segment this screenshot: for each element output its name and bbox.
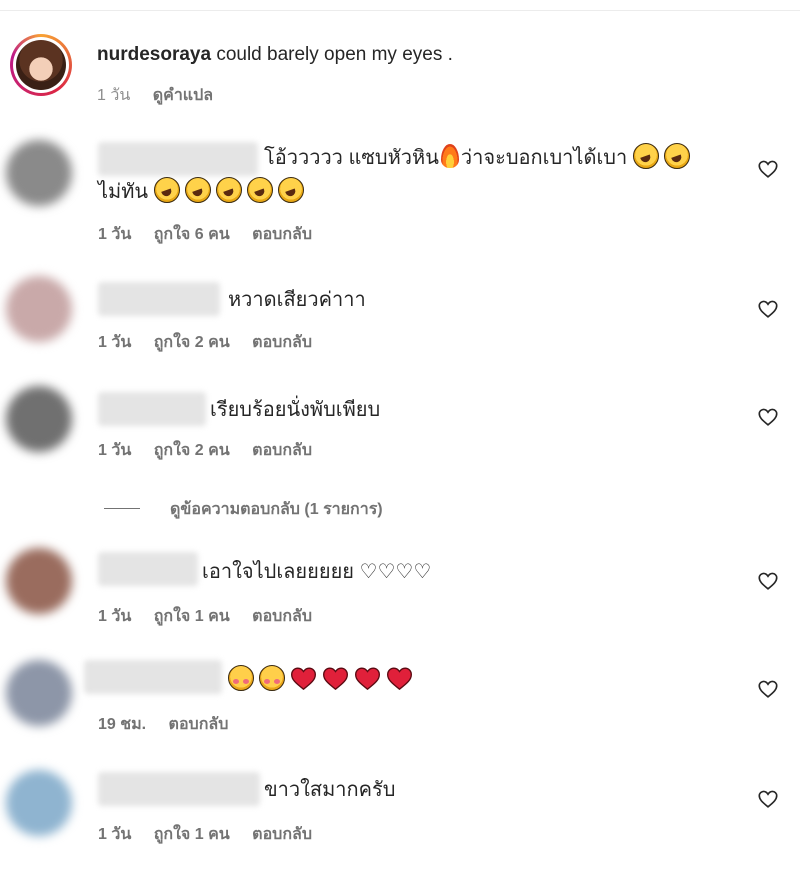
comment-text: เอาใจไปเลยยยยย ♡♡♡♡: [202, 556, 431, 588]
comment-meta: 19 ชม. ตอบกลับ: [98, 712, 246, 737]
comment-text: เรียบร้อยนั่งพับเพียบ: [210, 394, 380, 426]
red-heart-emoji: [291, 667, 316, 691]
laugh-emoji: [277, 177, 304, 203]
laugh-emoji: [246, 177, 273, 203]
like-heart-icon[interactable]: [757, 298, 779, 320]
reply-button[interactable]: ตอบกลับ: [169, 716, 229, 733]
reply-button[interactable]: ตอบกลับ: [252, 826, 312, 843]
red-heart-emoji: [355, 667, 380, 691]
reply-button[interactable]: ตอบกลับ: [252, 334, 312, 351]
comment-text: โอ้ววววว แซบหัวหิน ว่าจะบอกเบาได้เบา: [264, 142, 695, 174]
comment-time[interactable]: 1 วัน: [98, 334, 131, 351]
view-replies-label: ดูข้อความตอบกลับ (1 รายการ): [170, 501, 383, 518]
comment-likes[interactable]: ถูกใจ 1 คน: [154, 608, 230, 625]
like-heart-icon[interactable]: [757, 570, 779, 592]
comment-likes[interactable]: ถูกใจ 6 คน: [154, 226, 230, 243]
comment-time[interactable]: 1 วัน: [98, 826, 131, 843]
like-heart-icon[interactable]: [757, 158, 779, 180]
comment-text: หวาดเสียวค่าาา: [228, 284, 366, 316]
comment-text-line2: ไม่ทัน: [98, 176, 309, 208]
red-heart-emoji: [387, 667, 412, 691]
like-heart-icon[interactable]: [757, 406, 779, 428]
fire-emoji: [440, 144, 459, 168]
comment-text-part: โอ้ววววว แซบหัวหิน: [264, 147, 439, 169]
commenter-avatar[interactable]: [6, 386, 72, 452]
comment-likes[interactable]: ถูกใจ 2 คน: [154, 442, 230, 459]
comment-time[interactable]: 1 วัน: [98, 608, 131, 625]
reply-button[interactable]: ตอบกลับ: [252, 442, 312, 459]
comment-time[interactable]: 1 วัน: [98, 226, 131, 243]
comment-time[interactable]: 1 วัน: [98, 442, 131, 459]
commenter-avatar[interactable]: [6, 140, 72, 206]
caption-text: nurdesoraya could barely open my eyes .: [97, 44, 453, 66]
comment-text-part: เอาใจไปเลยยยยย ♡♡♡♡: [202, 561, 432, 583]
commenter-avatar[interactable]: [6, 770, 72, 836]
commenter-avatar[interactable]: [6, 276, 72, 342]
laugh-emoji: [663, 143, 690, 169]
commenter-username-blurred[interactable]: [98, 772, 260, 806]
red-heart-emoji: [323, 667, 348, 691]
comment-text: ขาวใสมากครับ: [264, 774, 395, 806]
replies-divider: [104, 508, 140, 509]
comment-time[interactable]: 19 ชม.: [98, 716, 146, 733]
translate-button[interactable]: ดูคำแปล: [153, 87, 213, 104]
comment-meta: 1 วัน ถูกใจ 6 คน ตอบกลับ: [98, 222, 330, 247]
author-username[interactable]: nurdesoraya: [97, 44, 211, 65]
top-divider: [0, 10, 800, 11]
comment-meta: 1 วัน ถูกใจ 1 คน ตอบกลับ: [98, 604, 330, 629]
commenter-avatar[interactable]: [6, 548, 72, 614]
avatar-ring-gap: [13, 37, 69, 93]
author-avatar[interactable]: [10, 34, 72, 96]
caption-time[interactable]: 1 วัน: [97, 87, 130, 104]
comment-meta: 1 วัน ถูกใจ 1 คน ตอบกลับ: [98, 822, 330, 847]
caption-body: could barely open my eyes .: [211, 44, 453, 65]
laugh-emoji: [632, 143, 659, 169]
commenter-username-blurred[interactable]: [98, 552, 198, 586]
laugh-emoji: [184, 177, 211, 203]
post-caption: nurdesoraya could barely open my eyes . …: [10, 30, 790, 110]
reply-button[interactable]: ตอบกลับ: [252, 226, 312, 243]
commenter-avatar[interactable]: [6, 660, 72, 726]
smiling-face-with-hearts-emoji: [228, 665, 254, 691]
laugh-emoji: [215, 177, 242, 203]
view-replies-button[interactable]: ดูข้อความตอบกลับ (1 รายการ): [104, 497, 383, 522]
comment-text-part: เรียบร้อยนั่งพับเพียบ: [210, 399, 381, 421]
comment-likes[interactable]: ถูกใจ 1 คน: [154, 826, 230, 843]
commenter-username-blurred[interactable]: [84, 660, 222, 694]
laugh-emoji: [153, 177, 180, 203]
comment-text: [228, 664, 418, 696]
author-photo: [16, 40, 66, 90]
like-heart-icon[interactable]: [757, 788, 779, 810]
comment-text-part: หวาดเสียวค่าาา: [228, 289, 366, 311]
comment-meta: 1 วัน ถูกใจ 2 คน ตอบกลับ: [98, 330, 330, 355]
smiling-face-with-hearts-emoji: [259, 665, 285, 691]
like-heart-icon[interactable]: [757, 678, 779, 700]
comment-text-part: ขาวใสมากครับ: [264, 779, 396, 801]
comment-likes[interactable]: ถูกใจ 2 คน: [154, 334, 230, 351]
reply-button[interactable]: ตอบกลับ: [252, 608, 312, 625]
comment-text-part: ว่าจะบอกเบาได้เบา: [460, 147, 628, 169]
commenter-username-blurred[interactable]: [98, 142, 258, 176]
commenter-username-blurred[interactable]: [98, 392, 206, 426]
comment-meta: 1 วัน ถูกใจ 2 คน ตอบกลับ: [98, 438, 330, 463]
commenter-username-blurred[interactable]: [98, 282, 220, 316]
comment-text-part: ไม่ทัน: [98, 181, 149, 203]
caption-meta: 1 วัน ดูคำแปล: [97, 83, 231, 108]
